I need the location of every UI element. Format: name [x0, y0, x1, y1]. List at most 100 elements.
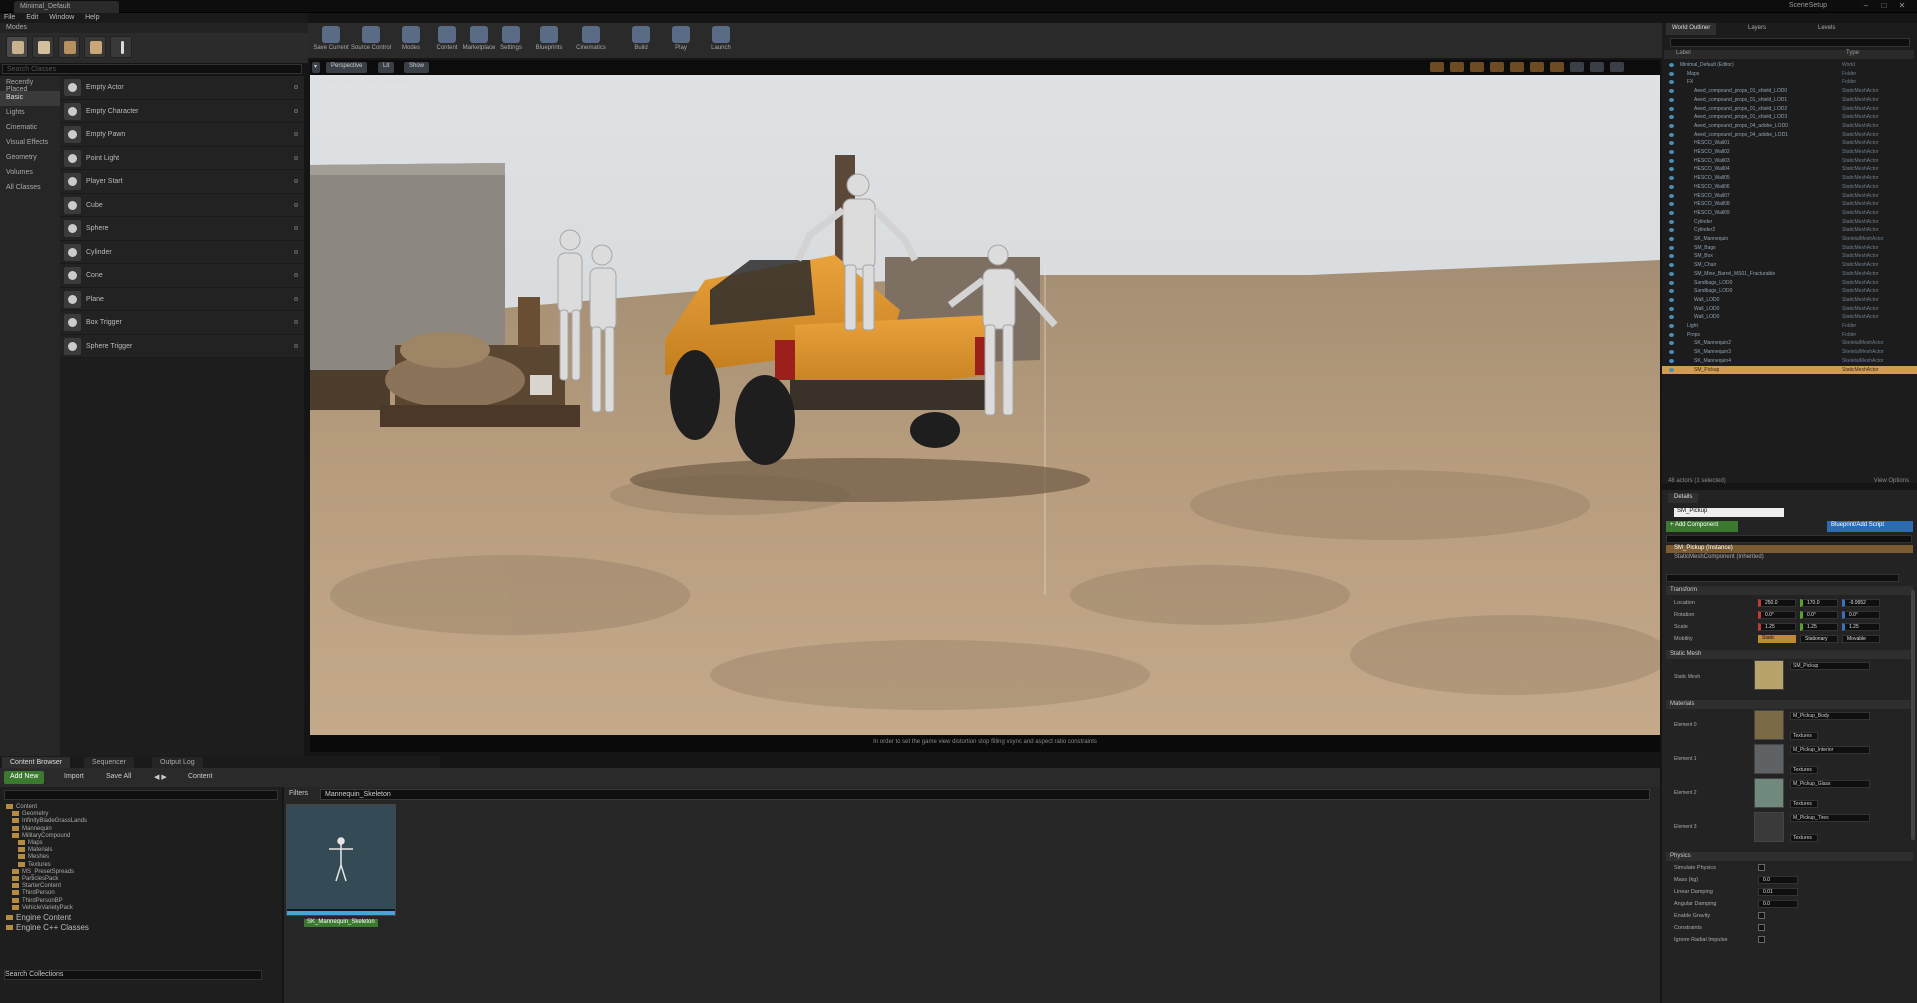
blueprint-add-script-button[interactable]: Blueprint/Add Script: [1827, 521, 1913, 532]
maximize-button[interactable]: □: [1877, 1, 1891, 12]
outliner-row[interactable]: Light Folder: [1662, 322, 1917, 331]
column-type[interactable]: Type: [1846, 50, 1859, 56]
material-thumbnail[interactable]: [1754, 744, 1784, 774]
add-component-button[interactable]: + Add Component: [1666, 521, 1738, 532]
place-actor-item[interactable]: Empty Character: [60, 99, 304, 123]
snap-toggle-icon[interactable]: [1490, 62, 1504, 72]
tab-content-browser[interactable]: Content Browser: [2, 757, 71, 768]
place-actor-item[interactable]: Box Trigger: [60, 311, 304, 335]
materials-section[interactable]: Materials: [1666, 700, 1913, 709]
category-geometry[interactable]: Geometry: [0, 151, 60, 166]
folder-item[interactable]: Content: [0, 804, 280, 811]
textures-button[interactable]: Textures: [1790, 732, 1818, 740]
folder-item[interactable]: ParticlesPack: [0, 876, 280, 883]
snap-toggle-icon[interactable]: [1550, 62, 1564, 72]
visibility-eye-icon[interactable]: [1669, 167, 1674, 172]
outliner-row[interactable]: HESCO_Wall09 StaticMeshActor: [1662, 209, 1917, 218]
outliner-row[interactable]: SM_Pickup StaticMeshActor: [1662, 365, 1917, 375]
outliner-row[interactable]: Sandbags_LOD0 StaticMeshActor: [1662, 287, 1917, 296]
material-field[interactable]: M_Pickup_Interior: [1790, 746, 1870, 754]
toolbar-play-button[interactable]: Play: [660, 25, 702, 57]
details-scrollbar[interactable]: [1911, 590, 1915, 840]
place-actor-item[interactable]: Player Start: [60, 170, 304, 194]
outliner-row[interactable]: HESCO_Wall05 StaticMeshActor: [1662, 174, 1917, 183]
visibility-eye-icon[interactable]: [1669, 324, 1674, 328]
outliner-row[interactable]: HESCO_Wall06 StaticMeshActor: [1662, 183, 1917, 192]
collection-search-input[interactable]: Search Collections: [4, 970, 262, 980]
visibility-eye-icon[interactable]: [1669, 193, 1674, 198]
outliner-row[interactable]: Wall_LOD0 StaticMeshActor: [1662, 305, 1917, 314]
physics-value-input[interactable]: 0.0: [1758, 900, 1798, 908]
info-icon[interactable]: [294, 202, 298, 207]
snap-toggle-icon[interactable]: [1430, 62, 1444, 72]
folder-item[interactable]: InfinityBladeGrassLands: [0, 818, 280, 825]
place-actor-item[interactable]: Cone: [60, 264, 304, 288]
place-mode-icon[interactable]: [6, 36, 28, 58]
lit-button[interactable]: Lit: [378, 62, 395, 73]
mobility-static-button[interactable]: Static: [1758, 635, 1796, 643]
place-actor-item[interactable]: Plane: [60, 287, 304, 311]
outliner-row[interactable]: Sandbags_LOD0 StaticMeshActor: [1662, 279, 1917, 288]
category-cinematic[interactable]: Cinematic: [0, 121, 60, 136]
outliner-row[interactable]: Aeed_compound_props_04_adobe_LOD0 StaticM…: [1662, 122, 1917, 131]
info-icon[interactable]: [294, 273, 298, 277]
menu-window[interactable]: Window: [49, 14, 74, 21]
visibility-eye-icon[interactable]: [1669, 210, 1674, 215]
physics-checkbox[interactable]: [1758, 936, 1765, 943]
path-breadcrumb[interactable]: Content: [184, 772, 217, 784]
toolbar-settings-button[interactable]: Settings: [490, 25, 532, 57]
visibility-eye-icon[interactable]: [1669, 150, 1674, 154]
place-actor-item[interactable]: Point Light: [60, 146, 304, 170]
info-icon[interactable]: [294, 226, 298, 230]
import-button[interactable]: Import: [60, 772, 88, 784]
folder-item[interactable]: VehicleVarietyPack: [0, 904, 280, 912]
folder-item[interactable]: ThirdPersonBP: [0, 897, 280, 905]
visibility-eye-icon[interactable]: [1669, 63, 1674, 67]
outliner-search-input[interactable]: [1670, 38, 1910, 47]
geometry-mode-icon[interactable]: [110, 36, 132, 58]
outliner-row[interactable]: Minimal_Default (Editor) World: [1662, 61, 1917, 70]
folder-item[interactable]: Materials: [0, 847, 280, 854]
show-button[interactable]: Show: [404, 62, 430, 73]
info-icon[interactable]: [294, 343, 298, 348]
snap-toggle-icon[interactable]: [1470, 62, 1484, 72]
snap-toggle-icon[interactable]: [1530, 62, 1544, 72]
visibility-eye-icon[interactable]: [1669, 263, 1674, 268]
menu-edit[interactable]: Edit: [26, 14, 38, 21]
actor-name-input[interactable]: SM_Pickup: [1674, 508, 1784, 517]
toolbar-save-button[interactable]: Save Current: [310, 25, 352, 57]
physics-checkbox[interactable]: [1758, 912, 1765, 919]
asset-tile[interactable]: [286, 804, 396, 916]
info-icon[interactable]: [294, 132, 298, 136]
tab-details[interactable]: Details: [1668, 493, 1699, 503]
minimize-button[interactable]: –: [1859, 1, 1873, 12]
place-actor-item[interactable]: Empty Actor: [60, 76, 304, 100]
outliner-row[interactable]: Wall_LOD0 StaticMeshActor: [1662, 296, 1917, 305]
visibility-eye-icon[interactable]: [1669, 97, 1674, 102]
folder-search-input[interactable]: [4, 790, 278, 800]
toolbar-launch-button[interactable]: Launch: [700, 25, 742, 57]
outliner-row[interactable]: SM_Bags StaticMeshActor: [1662, 244, 1917, 253]
foliage-mode-icon[interactable]: [84, 36, 106, 58]
mobility-stationary-button[interactable]: Stationary: [1800, 635, 1838, 643]
outliner-row[interactable]: SM_Chair StaticMeshActor: [1662, 261, 1917, 270]
pilot-indicator[interactable]: [ Pilot Active - CineCameraActor1 ]: [314, 77, 434, 88]
visibility-eye-icon[interactable]: [1669, 115, 1674, 120]
visibility-eye-icon[interactable]: [1669, 367, 1674, 372]
view-options-button[interactable]: View Options: [1874, 478, 1909, 484]
place-actor-item[interactable]: Cube: [60, 193, 304, 217]
outliner-row[interactable]: SM_Mine_Barrel_MS01_Fracturable StaticMes…: [1662, 270, 1917, 279]
toolbar-build-button[interactable]: Build: [620, 25, 662, 57]
outliner-row[interactable]: Cylinder2 StaticMeshActor: [1662, 226, 1917, 235]
folder-item[interactable]: MS_PresetSpreads: [0, 868, 280, 876]
scale-z-input[interactable]: 1.25: [1842, 623, 1880, 631]
location-x-input[interactable]: 250.0: [1758, 599, 1796, 607]
info-icon[interactable]: [294, 296, 298, 301]
add-new-button[interactable]: Add New: [4, 771, 45, 784]
visibility-eye-icon[interactable]: [1669, 71, 1674, 76]
folder-item[interactable]: Meshes: [0, 854, 280, 861]
outliner-row[interactable]: SK_Mannequin4 SkeletalMeshActor: [1662, 357, 1917, 366]
transform-section[interactable]: Transform: [1666, 586, 1913, 595]
visibility-eye-icon[interactable]: [1669, 245, 1674, 250]
tab-layers[interactable]: Layers: [1742, 23, 1772, 35]
